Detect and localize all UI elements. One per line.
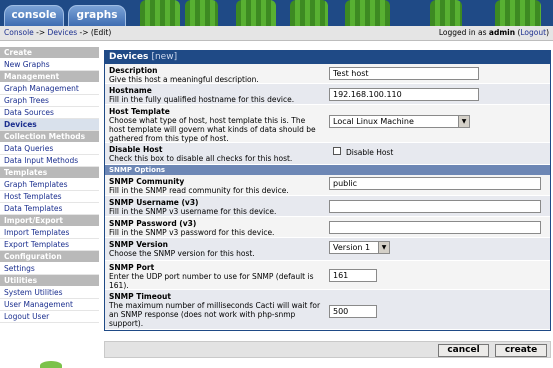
hostname-input[interactable]: 192.168.100.110	[329, 88, 479, 101]
hostname-help: Fill in the fully qualified hostname for…	[109, 95, 295, 104]
snmp-version-select[interactable]: Version 1 ▼	[329, 241, 390, 254]
description-help: Give this host a meaningful description.	[109, 75, 259, 84]
sidebar-section-templates: Templates	[0, 167, 99, 179]
tab-graphs[interactable]: graphs	[68, 5, 126, 26]
host-template-value: Local Linux Machine	[333, 117, 414, 126]
host-template-label: Host Template	[109, 107, 170, 116]
sidebar-section-create: Create	[0, 47, 99, 59]
breadcrumb-console-link[interactable]: Console	[4, 28, 34, 37]
create-button[interactable]: create	[495, 344, 547, 357]
snmp-timeout-row: SNMP Timeout The maximum number of milli…	[105, 290, 550, 330]
chevron-down-icon[interactable]: ▼	[378, 242, 389, 253]
sidebar-item-graph-management[interactable]: Graph Management	[0, 83, 99, 95]
login-paren: )	[546, 28, 549, 37]
sidebar-item-new-graphs[interactable]: New Graphs	[0, 59, 99, 71]
tab-console[interactable]: console	[4, 5, 64, 26]
login-status: Logged in as admin (Logout)	[439, 26, 549, 40]
sidebar-item-host-templates[interactable]: Host Templates	[0, 191, 99, 203]
hostname-row: Hostname Fill in the fully qualified hos…	[105, 84, 550, 105]
snmp-timeout-help: The maximum number of milliseconds Cacti…	[109, 301, 321, 328]
snmp-version-value: Version 1	[333, 243, 371, 252]
cancel-button[interactable]: cancel	[438, 344, 489, 357]
sidebar-item-system-utilities[interactable]: System Utilities	[0, 287, 99, 299]
login-prefix: Logged in as	[438, 28, 489, 37]
snmp-username-input[interactable]	[329, 200, 541, 213]
snmp-version-help: Choose the SNMP version for this host.	[109, 249, 255, 258]
cactus-decoration	[40, 361, 62, 368]
sidebar-section-management: Management	[0, 71, 99, 83]
sidebar-item-export-templates[interactable]: Export Templates	[0, 239, 99, 251]
sidebar-item-devices[interactable]: Devices	[0, 119, 99, 131]
hostname-label: Hostname	[109, 86, 152, 95]
breadcrumb: Console -> Devices -> (Edit)	[4, 26, 111, 40]
disable-host-row: Disable Host Check this box to disable a…	[105, 143, 550, 165]
cactus-decoration	[185, 0, 218, 26]
snmp-community-input[interactable]: public	[329, 177, 541, 190]
snmp-username-row: SNMP Username (v3) Fill in the SNMP v3 u…	[105, 196, 550, 217]
cactus-decoration	[430, 0, 462, 26]
snmp-timeout-label: SNMP Timeout	[109, 292, 171, 301]
sidebar-menu: Create New Graphs Management Graph Manageme…	[0, 47, 99, 323]
sidebar-section-import-export: Import/Export	[0, 215, 99, 227]
device-form-panel: Devices [new] Description Give this host…	[104, 50, 551, 331]
snmp-version-label: SNMP Version	[109, 240, 168, 249]
sidebar-item-data-templates[interactable]: Data Templates	[0, 203, 99, 215]
sidebar-item-data-input-methods[interactable]: Data Input Methods	[0, 155, 99, 167]
host-template-select[interactable]: Local Linux Machine ▼	[329, 115, 470, 128]
description-input[interactable]: Test host	[329, 67, 479, 80]
snmp-password-help: Fill in the SNMP v3 password for this de…	[109, 228, 275, 237]
snmp-community-help: Fill in the SNMP read community for this…	[109, 186, 289, 195]
panel-title-text: Devices	[109, 52, 149, 62]
breadcrumb-separator: ->	[33, 28, 48, 37]
sidebar-item-graph-templates[interactable]: Graph Templates	[0, 179, 99, 191]
breadcrumb-devices-link[interactable]: Devices	[48, 28, 78, 37]
sidebar-section-configuration: Configuration	[0, 251, 99, 263]
snmp-timeout-input[interactable]: 500	[329, 305, 377, 318]
cactus-decoration	[495, 0, 541, 26]
disable-host-checkbox-label[interactable]: Disable Host	[346, 148, 393, 157]
host-template-row: Host Template Choose what type of host, …	[105, 105, 550, 143]
chevron-down-icon[interactable]: ▼	[458, 116, 469, 127]
sidebar-section-collection-methods: Collection Methods	[0, 131, 99, 143]
snmp-port-input[interactable]: 161	[329, 269, 377, 282]
cactus-decoration	[345, 0, 390, 26]
snmp-port-help: Enter the UDP port number to use for SNM…	[109, 272, 314, 290]
snmp-port-label: SNMP Port	[109, 263, 155, 272]
logout-link[interactable]: Logout	[520, 28, 546, 37]
sidebar-item-logout-user[interactable]: Logout User	[0, 311, 99, 323]
snmp-password-row: SNMP Password (v3) Fill in the SNMP v3 p…	[105, 217, 550, 238]
sidebar-item-user-management[interactable]: User Management	[0, 299, 99, 311]
sidebar-item-import-templates[interactable]: Import Templates	[0, 227, 99, 239]
sidebar-item-settings[interactable]: Settings	[0, 263, 99, 275]
snmp-options-header: SNMP Options	[105, 165, 550, 175]
snmp-password-input[interactable]	[329, 221, 541, 234]
host-template-help: Choose what type of host, host template …	[109, 116, 316, 143]
login-username: admin	[488, 28, 516, 37]
top-banner: console graphs	[0, 0, 553, 26]
breadcrumb-separator: ->	[77, 28, 91, 37]
cactus-decoration	[236, 0, 276, 26]
snmp-port-row: SNMP Port Enter the UDP port number to u…	[105, 261, 550, 290]
sidebar-item-data-sources[interactable]: Data Sources	[0, 107, 99, 119]
description-label: Description	[109, 66, 158, 75]
snmp-username-help: Fill in the SNMP v3 username for this de…	[109, 207, 277, 216]
sidebar-item-data-queries[interactable]: Data Queries	[0, 143, 99, 155]
panel-title-new: [new]	[151, 52, 178, 62]
disable-host-help: Check this box to disable all checks for…	[109, 154, 293, 163]
snmp-community-row: SNMP Community Fill in the SNMP read com…	[105, 175, 550, 196]
cactus-decoration	[290, 0, 328, 26]
sidebar-item-graph-trees[interactable]: Graph Trees	[0, 95, 99, 107]
snmp-version-row: SNMP Version Choose the SNMP version for…	[105, 238, 550, 261]
breadcrumb-bar: Console -> Devices -> (Edit) Logged in a…	[0, 26, 553, 41]
panel-title: Devices [new]	[105, 51, 550, 64]
form-button-bar: cancel create	[104, 341, 551, 358]
disable-host-label: Disable Host	[109, 145, 163, 154]
description-row: Description Give this host a meaningful …	[105, 64, 550, 84]
breadcrumb-current: (Edit)	[90, 28, 112, 37]
cactus-decoration	[140, 0, 180, 26]
sidebar-section-utilities: Utilities	[0, 275, 99, 287]
disable-host-checkbox[interactable]	[333, 147, 341, 155]
